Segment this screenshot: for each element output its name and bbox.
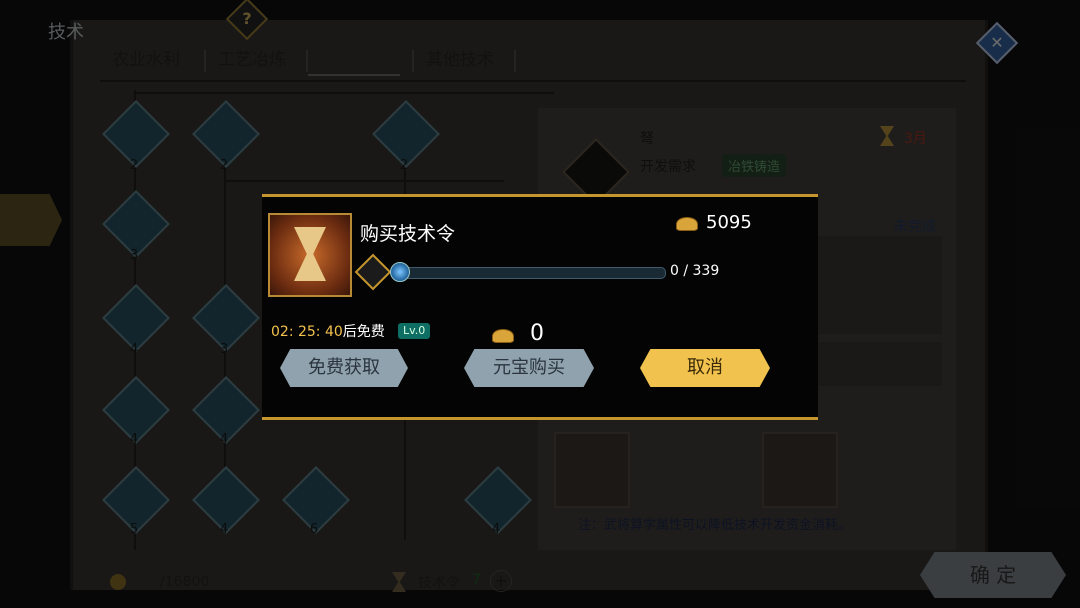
progress-knob bbox=[390, 262, 410, 282]
general-portrait-slot[interactable] bbox=[554, 432, 630, 508]
status-label: 未完成 bbox=[894, 219, 936, 235]
gold-coin-icon bbox=[110, 574, 126, 590]
progress-bar bbox=[398, 267, 666, 279]
gold-ingot-icon bbox=[492, 329, 514, 343]
token-count: 7 bbox=[472, 572, 481, 588]
tech-node-level: 2 bbox=[219, 158, 229, 173]
tech-node-level: 2 bbox=[129, 158, 139, 173]
buy-token-dialog: 购买技术令 5095 0 / 339 02: 25: 40后免费 Lv.0 0 … bbox=[262, 194, 818, 420]
tech-name: 弩 bbox=[640, 131, 654, 147]
gold-value: /16800 bbox=[160, 574, 210, 590]
side-tab[interactable] bbox=[0, 194, 62, 246]
cancel-button[interactable]: 取消 bbox=[640, 349, 770, 387]
tech-note: 注：武将算学属性可以降低技术开发资金消耗。 bbox=[578, 518, 852, 533]
tech-node-level: 3 bbox=[219, 342, 229, 357]
tech-node-level: 3 bbox=[129, 248, 139, 263]
tech-node-level: 6 bbox=[309, 522, 319, 537]
free-timer-suffix: 后免费 bbox=[342, 324, 385, 340]
buy-with-yuanbao-button[interactable]: 元宝购买 bbox=[464, 349, 594, 387]
token-icon bbox=[354, 253, 392, 291]
hourglass-icon bbox=[268, 213, 352, 297]
token-label: 技术令 bbox=[418, 575, 460, 591]
free-timer-value: 02: 25: 40 bbox=[271, 324, 343, 340]
progress-text: 0 / 339 bbox=[670, 263, 720, 279]
requirement-label: 开发需求 bbox=[640, 159, 696, 175]
tree-line bbox=[134, 92, 554, 94]
gold-amount: 5095 bbox=[706, 212, 752, 233]
dialog-title: 购买技术令 bbox=[360, 223, 456, 245]
price-value: 0 bbox=[530, 321, 544, 346]
header-title: 技术 bbox=[48, 22, 84, 43]
tech-node-level: 4 bbox=[491, 522, 501, 537]
level-badge: Lv.0 bbox=[398, 323, 431, 339]
tech-time: 3月 bbox=[904, 131, 927, 147]
confirm-button[interactable]: 确 定 bbox=[920, 552, 1066, 598]
tab-other[interactable]: 其他技术 bbox=[414, 46, 506, 74]
tech-node-level: 4 bbox=[219, 522, 229, 537]
tree-line bbox=[224, 180, 504, 182]
free-get-button[interactable]: 免费获取 bbox=[280, 349, 408, 387]
tab-agriculture[interactable]: 农业水利 bbox=[100, 46, 192, 74]
tech-node-level: 4 bbox=[129, 342, 139, 357]
tab-military[interactable]: 军事技术 bbox=[308, 46, 400, 76]
tab-underline bbox=[100, 80, 966, 82]
tech-node-level: 4 bbox=[129, 432, 139, 447]
tech-node-level: 2 bbox=[399, 158, 409, 173]
free-timer: 02: 25: 40后免费 bbox=[271, 321, 385, 341]
tab-separator bbox=[514, 50, 516, 72]
gold-ingot-icon bbox=[676, 217, 698, 231]
tech-node-level: 4 bbox=[219, 432, 229, 447]
requirement-value: 冶铁铸造 bbox=[722, 154, 787, 177]
plus-icon[interactable]: + bbox=[490, 570, 512, 592]
general-portrait-slot[interactable] bbox=[762, 432, 838, 508]
tab-craft[interactable]: 工艺冶炼 bbox=[206, 46, 298, 74]
tech-node-level: 5 bbox=[129, 522, 139, 537]
